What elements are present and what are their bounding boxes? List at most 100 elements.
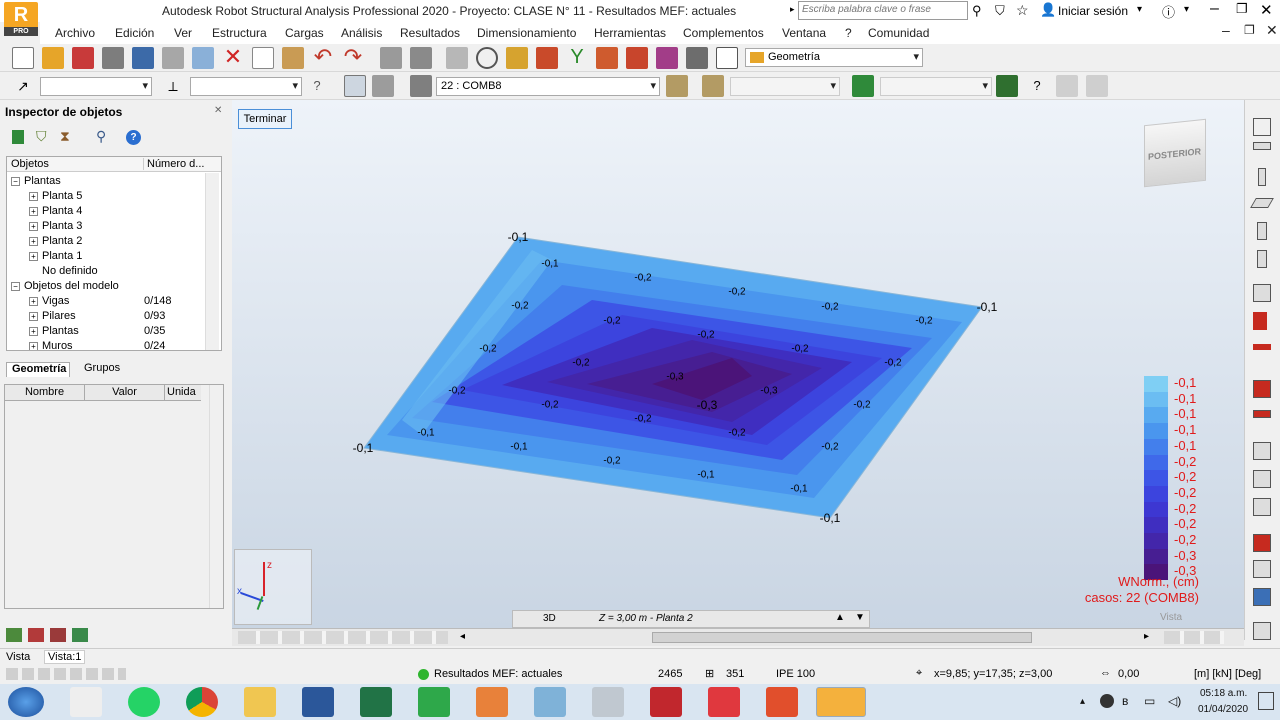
panels-icon[interactable] (1257, 250, 1267, 268)
load-case-icon[interactable] (410, 75, 432, 97)
load-case-combo[interactable]: 22 : COMB8 (436, 77, 660, 96)
tree-expander-icon[interactable]: − (11, 176, 20, 186)
bars-icon[interactable] (1253, 142, 1271, 150)
games-app-icon[interactable] (70, 687, 102, 717)
openings-icon[interactable] (1253, 284, 1271, 302)
view-right-icons[interactable] (1164, 631, 1224, 644)
autocad-app-icon[interactable] (650, 687, 682, 717)
tree-expander-icon[interactable]: + (29, 341, 38, 350)
tree-col-numero[interactable]: Número d... (143, 158, 204, 170)
maximize-button[interactable]: ❐ (1236, 1, 1248, 17)
menu-ver[interactable]: Ver (174, 26, 192, 40)
bars-selection-combo[interactable] (190, 77, 302, 96)
panel-tab-model-icon[interactable] (6, 628, 22, 642)
tree-item[interactable]: − Plantas (11, 175, 61, 190)
start-button[interactable] (8, 687, 44, 717)
tree-item[interactable]: + Vigas (29, 295, 69, 310)
camtasia-app-icon[interactable] (418, 687, 450, 717)
excel-app-icon[interactable] (360, 687, 392, 717)
supports-icon[interactable]: Y (566, 47, 588, 69)
solids-icon[interactable] (1253, 534, 1271, 552)
select-bars-icon[interactable]: ⟂ (162, 75, 184, 97)
whatsapp-app-icon[interactable] (128, 687, 160, 717)
zoom-icon[interactable] (476, 47, 498, 69)
screen-capture-icon[interactable] (192, 47, 214, 69)
loads-icon[interactable] (536, 47, 558, 69)
tree-expander-icon[interactable]: + (29, 296, 38, 306)
meshing-icon[interactable] (1253, 560, 1271, 578)
inspector-model-icon[interactable] (12, 130, 24, 144)
print-preview-icon[interactable] (132, 47, 154, 69)
menu-ventana[interactable]: Ventana (782, 26, 826, 40)
cables-icon[interactable] (1253, 442, 1271, 460)
keyword-search-input[interactable]: Escriba palabra clave o frase (798, 1, 968, 20)
level-down-icon[interactable]: ▼ (855, 612, 865, 623)
tray-network-icon[interactable]: ▭ (1144, 694, 1155, 708)
status-vista1[interactable]: Vista:1 (44, 650, 86, 664)
tables-icon[interactable] (410, 47, 432, 69)
tray-expand-icon[interactable]: ▴ (1080, 696, 1085, 707)
paste-icon[interactable] (282, 47, 304, 69)
menu-ayuda[interactable]: ? (845, 26, 852, 40)
tree-item[interactable]: + Planta 2 (29, 235, 82, 250)
h-scrollbar[interactable] (652, 632, 1032, 643)
trusses-icon[interactable] (1253, 498, 1271, 516)
delete-icon[interactable]: ✕ (222, 46, 244, 69)
view-tool-icons[interactable] (238, 631, 448, 644)
tree-item[interactable]: + Plantas (29, 325, 79, 340)
user-icon[interactable]: 👤 (1040, 2, 1056, 18)
menu-comunidad[interactable]: Comunidad (868, 26, 929, 40)
nodes-icon[interactable] (1253, 118, 1271, 136)
menu-edicion[interactable]: Edición (115, 26, 154, 40)
tree-expander-icon[interactable]: + (29, 326, 38, 336)
help-icon[interactable]: ⓘ (1162, 2, 1175, 21)
cype-app-icon[interactable] (708, 687, 740, 717)
tree-item[interactable]: − Objetos del modelo (11, 280, 119, 295)
level-view-mode[interactable]: 3D (543, 613, 556, 624)
tree-item[interactable]: + Planta 4 (29, 205, 82, 220)
tree-item[interactable]: + Pilares (29, 310, 76, 325)
cypecad-app-icon[interactable] (766, 687, 798, 717)
diagrams-icon[interactable] (596, 47, 618, 69)
cart-icon[interactable]: ⛉ (995, 3, 1005, 19)
tray-time[interactable]: 05:18 a.m. (1200, 688, 1247, 699)
star-icon[interactable]: ☆ (1016, 2, 1029, 19)
tree-expander-icon[interactable]: + (29, 206, 38, 216)
paint-app-icon[interactable] (534, 687, 566, 717)
menu-resultados[interactable]: Resultados (400, 26, 460, 40)
select-nodes-icon[interactable]: ↗ (12, 75, 34, 97)
tree-item[interactable]: + Planta 5 (29, 190, 82, 205)
chrome-app-icon[interactable] (186, 687, 218, 717)
word-app-icon[interactable] (302, 687, 334, 717)
tree-item[interactable]: + Planta 1 (29, 250, 82, 265)
supports-right-icon[interactable] (1253, 380, 1271, 398)
expand-arrow-icon[interactable]: ▸ (790, 4, 795, 15)
explorer-app-icon[interactable] (244, 687, 276, 717)
nodes-selection-combo[interactable] (40, 77, 152, 96)
sections-icon[interactable] (1253, 312, 1267, 330)
doc-close-button[interactable]: ✕ (1266, 22, 1278, 39)
offsets-icon[interactable] (1253, 410, 1271, 418)
tree-expander-icon[interactable]: + (29, 236, 38, 246)
level-up-icon[interactable]: ▲ (835, 612, 845, 623)
notifications-icon[interactable] (1258, 692, 1274, 710)
doc-minimize-button[interactable]: – (1222, 22, 1230, 38)
tray-m-icon[interactable] (1100, 694, 1114, 708)
inspector-help-icon[interactable]: ? (126, 130, 141, 145)
print-composition-icon[interactable] (162, 47, 184, 69)
copy-icon[interactable] (252, 47, 274, 69)
slabs-icon[interactable] (1250, 198, 1274, 208)
graphic-viewport[interactable]: Terminar -0,1 -0,1 -0,1 -0,1 -0,1 -0,2 -0,2 -0,… (232, 100, 1244, 628)
inspector-search-icon[interactable]: ⚲ (96, 128, 106, 145)
tree-item[interactable]: No definido (29, 265, 98, 280)
prop-col-valor[interactable]: Valor (85, 385, 165, 401)
more-tools-icon[interactable] (1253, 622, 1271, 640)
doc-restore-button[interactable]: ❐ (1244, 23, 1255, 37)
lock-icon[interactable] (446, 47, 468, 69)
tree-item[interactable]: + Muros (29, 340, 73, 350)
status-vista[interactable]: Vista (6, 651, 30, 663)
signin-dropdown-icon[interactable]: ▾ (1137, 4, 1142, 15)
objects-icon[interactable] (344, 75, 366, 97)
tray-date[interactable]: 01/04/2020 (1198, 704, 1248, 715)
scroll-left-icon[interactable]: ◂ (460, 631, 465, 642)
